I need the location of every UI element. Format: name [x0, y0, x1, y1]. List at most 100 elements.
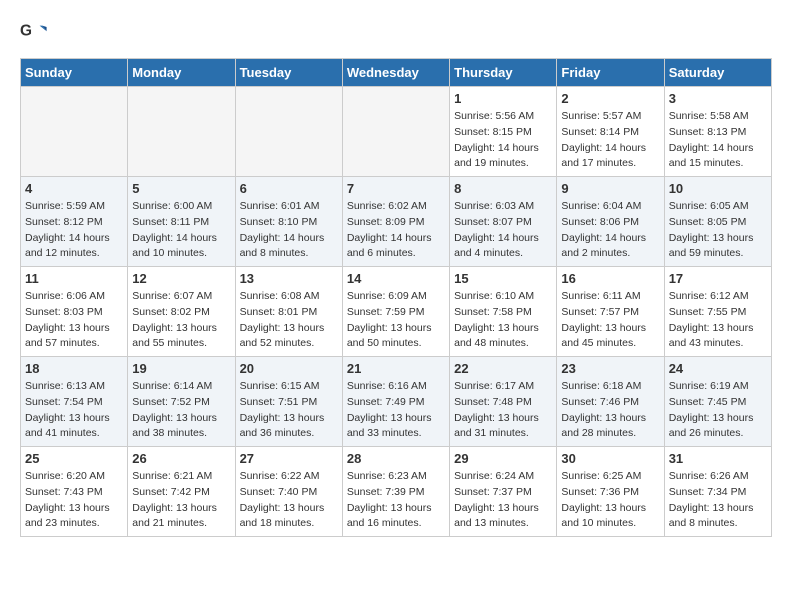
day-number: 27 — [240, 451, 338, 466]
day-number: 26 — [132, 451, 230, 466]
calendar-cell: 5 Sunrise: 6:00 AM Sunset: 8:11 PM Daylig… — [128, 177, 235, 267]
calendar-cell: 3 Sunrise: 5:58 AM Sunset: 8:13 PM Daylig… — [664, 87, 771, 177]
day-info: Sunrise: 5:58 AM Sunset: 8:13 PM Dayligh… — [669, 109, 767, 172]
day-info: Sunrise: 6:10 AM Sunset: 7:58 PM Dayligh… — [454, 289, 552, 352]
logo: G — [20, 20, 52, 48]
day-info: Sunrise: 6:22 AM Sunset: 7:40 PM Dayligh… — [240, 469, 338, 532]
day-info: Sunrise: 6:25 AM Sunset: 7:36 PM Dayligh… — [561, 469, 659, 532]
calendar-cell: 28 Sunrise: 6:23 AM Sunset: 7:39 PM Dayli… — [342, 447, 449, 537]
calendar-cell: 13Sunrise: 6:08 AM Sunset: 8:01 PM Dayli… — [235, 267, 342, 357]
day-number: 22 — [454, 361, 552, 376]
day-info: Sunrise: 5:59 AM Sunset: 8:12 PM Dayligh… — [25, 199, 123, 262]
page-header: G — [20, 20, 772, 48]
day-number: 21 — [347, 361, 445, 376]
day-info: Sunrise: 6:11 AM Sunset: 7:57 PM Dayligh… — [561, 289, 659, 352]
day-info: Sunrise: 6:06 AM Sunset: 8:03 PM Dayligh… — [25, 289, 123, 352]
day-of-week-friday: Friday — [557, 59, 664, 87]
day-number: 30 — [561, 451, 659, 466]
day-number: 10 — [669, 181, 767, 196]
day-info: Sunrise: 6:18 AM Sunset: 7:46 PM Dayligh… — [561, 379, 659, 442]
day-number: 14 — [347, 271, 445, 286]
calendar-cell: 7 Sunrise: 6:02 AM Sunset: 8:09 PM Daylig… — [342, 177, 449, 267]
day-info: Sunrise: 6:15 AM Sunset: 7:51 PM Dayligh… — [240, 379, 338, 442]
svg-text:G: G — [20, 22, 32, 39]
day-info: Sunrise: 6:13 AM Sunset: 7:54 PM Dayligh… — [25, 379, 123, 442]
day-of-week-tuesday: Tuesday — [235, 59, 342, 87]
calendar-cell — [342, 87, 449, 177]
day-number: 25 — [25, 451, 123, 466]
day-number: 7 — [347, 181, 445, 196]
calendar-cell: 25 Sunrise: 6:20 AM Sunset: 7:43 PM Dayli… — [21, 447, 128, 537]
calendar-cell: 15 Sunrise: 6:10 AM Sunset: 7:58 PM Dayli… — [450, 267, 557, 357]
day-info: Sunrise: 6:12 AM Sunset: 7:55 PM Dayligh… — [669, 289, 767, 352]
day-info: Sunrise: 6:00 AM Sunset: 8:11 PM Dayligh… — [132, 199, 230, 262]
calendar-cell: 24Sunrise: 6:19 AM Sunset: 7:45 PM Dayli… — [664, 357, 771, 447]
day-number: 15 — [454, 271, 552, 286]
calendar-cell: 18 Sunrise: 6:13 AM Sunset: 7:54 PM Dayli… — [21, 357, 128, 447]
calendar-cell: 12 Sunrise: 6:07 AM Sunset: 8:02 PM Dayli… — [128, 267, 235, 357]
day-number: 16 — [561, 271, 659, 286]
calendar-cell: 31 Sunrise: 6:26 AM Sunset: 7:34 PM Dayli… — [664, 447, 771, 537]
calendar-week-row: 11 Sunrise: 6:06 AM Sunset: 8:03 PM Dayli… — [21, 267, 772, 357]
day-info: Sunrise: 6:17 AM Sunset: 7:48 PM Dayligh… — [454, 379, 552, 442]
calendar-week-row: 18 Sunrise: 6:13 AM Sunset: 7:54 PM Dayli… — [21, 357, 772, 447]
day-number: 13 — [240, 271, 338, 286]
calendar-cell: 2 Sunrise: 5:57 AM Sunset: 8:14 PM Daylig… — [557, 87, 664, 177]
day-info: Sunrise: 6:20 AM Sunset: 7:43 PM Dayligh… — [25, 469, 123, 532]
day-info: Sunrise: 6:14 AM Sunset: 7:52 PM Dayligh… — [132, 379, 230, 442]
day-number: 12 — [132, 271, 230, 286]
day-info: Sunrise: 6:05 AM Sunset: 8:05 PM Dayligh… — [669, 199, 767, 262]
day-of-week-saturday: Saturday — [664, 59, 771, 87]
calendar-cell: 22 Sunrise: 6:17 AM Sunset: 7:48 PM Dayli… — [450, 357, 557, 447]
day-of-week-sunday: Sunday — [21, 59, 128, 87]
calendar-cell: 17 Sunrise: 6:12 AM Sunset: 7:55 PM Dayli… — [664, 267, 771, 357]
day-number: 5 — [132, 181, 230, 196]
calendar-cell: 23 Sunrise: 6:18 AM Sunset: 7:46 PM Dayli… — [557, 357, 664, 447]
calendar-week-row: 25 Sunrise: 6:20 AM Sunset: 7:43 PM Dayli… — [21, 447, 772, 537]
day-number: 2 — [561, 91, 659, 106]
day-of-week-thursday: Thursday — [450, 59, 557, 87]
day-of-week-wednesday: Wednesday — [342, 59, 449, 87]
day-number: 19 — [132, 361, 230, 376]
calendar-cell: 29Sunrise: 6:24 AM Sunset: 7:37 PM Dayli… — [450, 447, 557, 537]
day-number: 17 — [669, 271, 767, 286]
calendar-cell: 1 Sunrise: 5:56 AM Sunset: 8:15 PM Daylig… — [450, 87, 557, 177]
day-number: 23 — [561, 361, 659, 376]
day-info: Sunrise: 6:26 AM Sunset: 7:34 PM Dayligh… — [669, 469, 767, 532]
day-info: Sunrise: 6:02 AM Sunset: 8:09 PM Dayligh… — [347, 199, 445, 262]
day-info: Sunrise: 6:23 AM Sunset: 7:39 PM Dayligh… — [347, 469, 445, 532]
calendar-cell: 30 Sunrise: 6:25 AM Sunset: 7:36 PM Dayli… — [557, 447, 664, 537]
calendar-cell: 4 Sunrise: 5:59 AM Sunset: 8:12 PM Daylig… — [21, 177, 128, 267]
day-number: 24 — [669, 361, 767, 376]
calendar-cell: 11 Sunrise: 6:06 AM Sunset: 8:03 PM Dayli… — [21, 267, 128, 357]
calendar-cell — [21, 87, 128, 177]
calendar-cell: 9Sunrise: 6:04 AM Sunset: 8:06 PM Daylig… — [557, 177, 664, 267]
logo-icon: G — [20, 20, 48, 48]
day-number: 1 — [454, 91, 552, 106]
day-info: Sunrise: 6:03 AM Sunset: 8:07 PM Dayligh… — [454, 199, 552, 262]
calendar-cell: 8 Sunrise: 6:03 AM Sunset: 8:07 PM Daylig… — [450, 177, 557, 267]
calendar-cell: 16 Sunrise: 6:11 AM Sunset: 7:57 PM Dayli… — [557, 267, 664, 357]
calendar-cell: 20Sunrise: 6:15 AM Sunset: 7:51 PM Dayli… — [235, 357, 342, 447]
day-info: Sunrise: 6:24 AM Sunset: 7:37 PM Dayligh… — [454, 469, 552, 532]
calendar-cell: 14 Sunrise: 6:09 AM Sunset: 7:59 PM Dayli… — [342, 267, 449, 357]
day-number: 4 — [25, 181, 123, 196]
day-number: 3 — [669, 91, 767, 106]
day-number: 28 — [347, 451, 445, 466]
calendar-cell: 26Sunrise: 6:21 AM Sunset: 7:42 PM Dayli… — [128, 447, 235, 537]
day-number: 18 — [25, 361, 123, 376]
day-info: Sunrise: 5:57 AM Sunset: 8:14 PM Dayligh… — [561, 109, 659, 172]
calendar-table: SundayMondayTuesdayWednesdayThursdayFrid… — [20, 58, 772, 537]
day-number: 11 — [25, 271, 123, 286]
day-info: Sunrise: 5:56 AM Sunset: 8:15 PM Dayligh… — [454, 109, 552, 172]
calendar-cell: 19 Sunrise: 6:14 AM Sunset: 7:52 PM Dayli… — [128, 357, 235, 447]
calendar-cell — [128, 87, 235, 177]
day-number: 9 — [561, 181, 659, 196]
calendar-cell: 27 Sunrise: 6:22 AM Sunset: 7:40 PM Dayli… — [235, 447, 342, 537]
day-number: 8 — [454, 181, 552, 196]
day-info: Sunrise: 6:07 AM Sunset: 8:02 PM Dayligh… — [132, 289, 230, 352]
day-number: 31 — [669, 451, 767, 466]
day-info: Sunrise: 6:09 AM Sunset: 7:59 PM Dayligh… — [347, 289, 445, 352]
calendar-header-row: SundayMondayTuesdayWednesdayThursdayFrid… — [21, 59, 772, 87]
day-info: Sunrise: 6:16 AM Sunset: 7:49 PM Dayligh… — [347, 379, 445, 442]
